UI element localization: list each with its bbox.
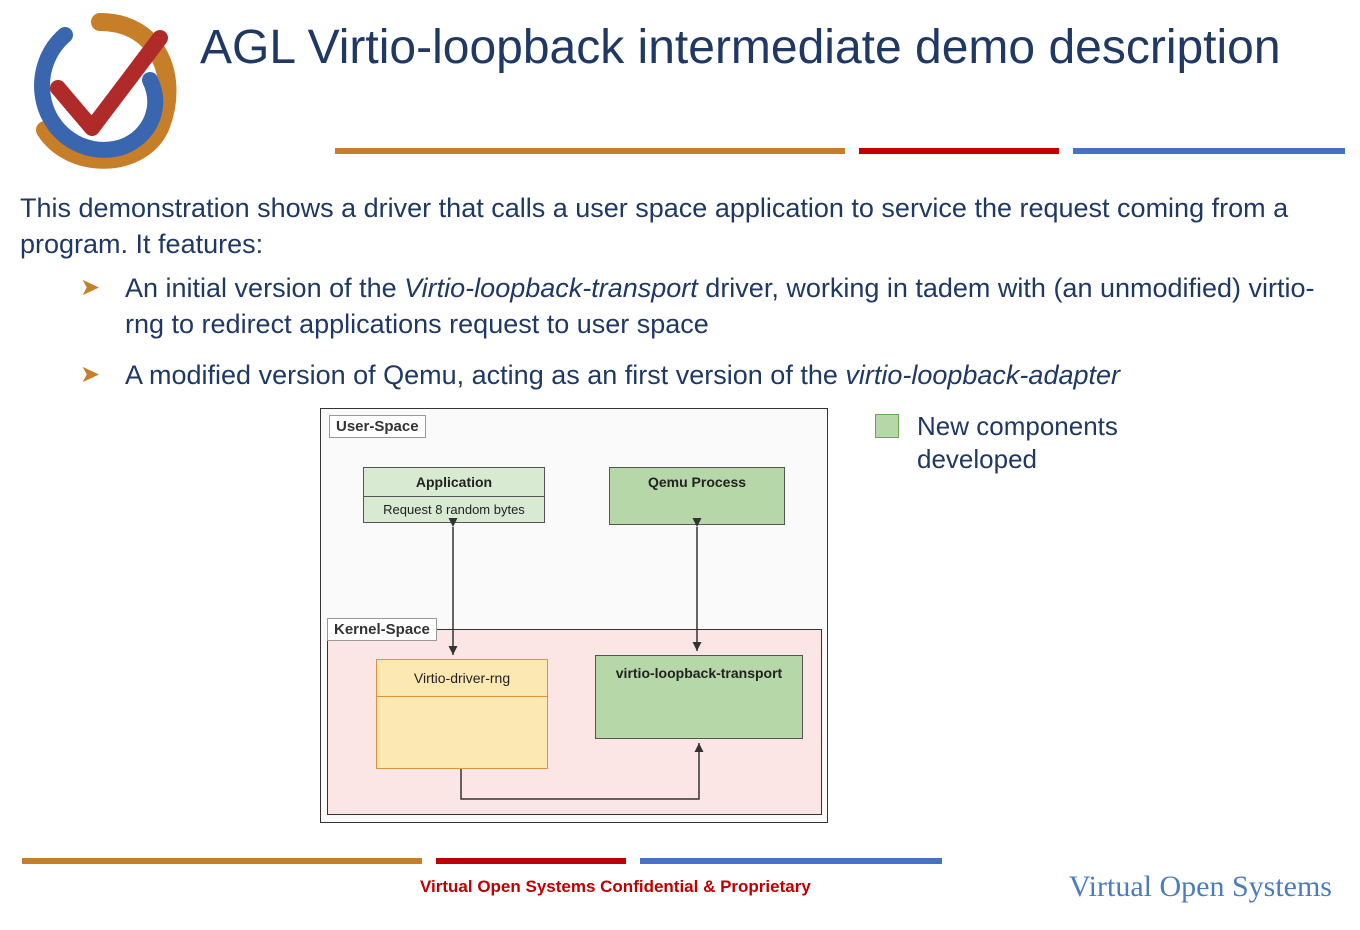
box-title: Qemu Process [610, 468, 784, 496]
header-divider [335, 148, 1345, 154]
bullet-list: ➤ An initial version of the Virtio-loopb… [80, 270, 1330, 407]
bullet-arrow-icon: ➤ [80, 272, 100, 304]
text-segment: A modified version of Qemu, acting as an… [125, 360, 845, 390]
virtio-rng-box: Virtio-driver-rng [376, 659, 548, 769]
text-segment: An initial version of the [125, 273, 404, 303]
bullet-item: ➤ A modified version of Qemu, acting as … [80, 357, 1330, 393]
intro-paragraph: This demonstration shows a driver that c… [20, 190, 1340, 263]
bullet-text: An initial version of the Virtio-loopbac… [125, 273, 1315, 339]
confidential-notice: Virtual Open Systems Confidential & Prop… [420, 877, 811, 897]
virtio-loopback-transport-box: virtio-loopback-transport [595, 655, 803, 739]
company-logo [10, 10, 200, 175]
company-brand-text: Virtual Open Systems [1069, 870, 1332, 904]
box-title: Application [364, 468, 544, 496]
box-title: Virtio-driver-rng [377, 660, 547, 697]
user-space-label: User-Space [329, 415, 426, 438]
bullet-arrow-icon: ➤ [80, 359, 100, 391]
slide-title: AGL Virtio-loopback intermediate demo de… [200, 18, 1281, 78]
legend-swatch-icon [875, 414, 899, 438]
bullet-text: A modified version of Qemu, acting as an… [125, 360, 1120, 390]
qemu-process-box: Qemu Process [609, 467, 785, 525]
text-italic: virtio-loopback-adapter [845, 360, 1120, 390]
diagram-legend: New components developed [875, 410, 1177, 475]
box-subtitle: Request 8 random bytes [364, 496, 544, 522]
text-italic: Virtio-loopback-transport [404, 273, 698, 303]
application-box: Application Request 8 random bytes [363, 467, 545, 523]
architecture-diagram: User-Space Kernel-Space Application Requ… [320, 408, 828, 823]
bullet-item: ➤ An initial version of the Virtio-loopb… [80, 270, 1330, 343]
footer-divider [22, 858, 942, 864]
box-title: virtio-loopback-transport [596, 656, 802, 690]
kernel-space-label: Kernel-Space [327, 618, 437, 641]
legend-label: New components developed [917, 410, 1177, 475]
